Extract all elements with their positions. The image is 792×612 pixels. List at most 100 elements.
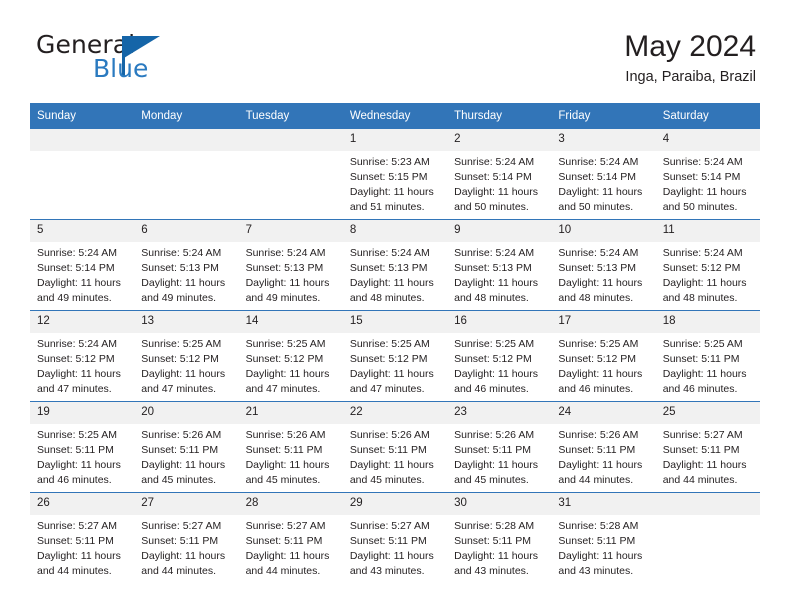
calendar-day-cell[interactable]: 16 Sunrise: 5:25 AM Sunset: 5:12 PM Dayligh…	[447, 310, 552, 402]
day-number: 16	[447, 311, 552, 333]
daylight-duration-line1: Daylight: 11 hours	[349, 276, 434, 289]
daylight-duration-line1: Daylight: 11 hours	[141, 276, 226, 289]
day-details: Sunrise: 5:23 AM Sunset: 5:15 PM Daylight:…	[343, 151, 447, 215]
calendar-day-cell[interactable]: 22 Sunrise: 5:26 AM Sunset: 5:11 PM Dayligh…	[342, 401, 448, 493]
sunrise-time: Sunrise: 5:27 AM	[37, 519, 117, 532]
daylight-duration-line2: and 49 minutes.	[37, 291, 112, 304]
day-number: 20	[134, 402, 239, 424]
sunrise-time: Sunrise: 5:26 AM	[454, 428, 535, 441]
calendar-week-row: 5 Sunrise: 5:24 AM Sunset: 5:14 PM Daylight…	[30, 219, 760, 311]
calendar-header: Sunday Monday Tuesday Wednesday Thursday…	[30, 103, 760, 130]
calendar-day-cell[interactable]: 30 Sunrise: 5:28 AM Sunset: 5:11 PM Dayligh…	[447, 492, 552, 584]
day-number	[655, 493, 760, 515]
sunrise-time: Sunrise: 5:25 AM	[558, 337, 639, 350]
general-blue-logo[interactable]: General Blue	[36, 32, 266, 90]
sunset-time: Sunset: 5:12 PM	[141, 352, 219, 365]
calendar-day-cell[interactable]: 2 Sunrise: 5:24 AM Sunset: 5:14 PM Daylight…	[447, 129, 552, 220]
sunset-time: Sunset: 5:11 PM	[662, 352, 740, 365]
sunset-time: Sunset: 5:12 PM	[349, 352, 428, 365]
daylight-duration-line1: Daylight: 11 hours	[37, 549, 121, 562]
calendar-empty-cell	[655, 492, 760, 584]
day-number: 27	[134, 493, 239, 515]
calendar-day-cell[interactable]: 9 Sunrise: 5:24 AM Sunset: 5:13 PM Daylight…	[447, 219, 552, 311]
sunset-time: Sunset: 5:11 PM	[245, 534, 323, 547]
day-number: 23	[447, 402, 552, 424]
sunrise-time: Sunrise: 5:24 AM	[245, 246, 326, 259]
calendar-day-cell[interactable]: 15 Sunrise: 5:25 AM Sunset: 5:12 PM Dayligh…	[342, 310, 448, 402]
day-details: Sunrise: 5:28 AM Sunset: 5:11 PM Daylight:…	[551, 515, 655, 579]
sunset-time: Sunset: 5:12 PM	[454, 352, 532, 365]
daylight-duration-line1: Daylight: 11 hours	[349, 458, 434, 471]
daylight-duration-line1: Daylight: 11 hours	[558, 367, 643, 380]
sunset-time: Sunset: 5:11 PM	[454, 443, 531, 456]
day-number	[238, 129, 343, 151]
daylight-duration-line1: Daylight: 11 hours	[662, 276, 747, 289]
daylight-duration-line2: and 43 minutes.	[349, 564, 425, 577]
calendar-day-cell[interactable]: 25 Sunrise: 5:27 AM Sunset: 5:11 PM Dayligh…	[655, 401, 760, 493]
day-number: 1	[342, 129, 448, 151]
calendar-day-cell[interactable]: 27 Sunrise: 5:27 AM Sunset: 5:11 PM Dayligh…	[134, 492, 239, 584]
sunset-time: Sunset: 5:11 PM	[37, 443, 114, 456]
day-details: Sunrise: 5:25 AM Sunset: 5:12 PM Daylight:…	[447, 333, 551, 397]
title-block: May 2024 Inga, Paraiba, Brazil	[624, 30, 756, 86]
calendar-day-cell[interactable]: 17 Sunrise: 5:25 AM Sunset: 5:12 PM Dayligh…	[551, 310, 656, 402]
calendar-day-cell[interactable]: 10 Sunrise: 5:24 AM Sunset: 5:13 PM Dayligh…	[551, 219, 656, 311]
day-number: 21	[238, 402, 343, 424]
calendar-day-cell[interactable]: 23 Sunrise: 5:26 AM Sunset: 5:11 PM Dayligh…	[447, 401, 552, 493]
sunrise-time: Sunrise: 5:27 AM	[662, 428, 743, 441]
calendar-day-cell[interactable]: 6 Sunrise: 5:24 AM Sunset: 5:13 PM Daylight…	[134, 219, 239, 311]
daylight-duration-line1: Daylight: 11 hours	[245, 549, 330, 562]
calendar-day-cell[interactable]: 1 Sunrise: 5:23 AM Sunset: 5:15 PM Daylight…	[342, 129, 448, 220]
day-details: Sunrise: 5:24 AM Sunset: 5:13 PM Daylight:…	[447, 242, 551, 306]
sunset-time: Sunset: 5:12 PM	[37, 352, 115, 365]
daylight-duration-line2: and 48 minutes.	[454, 291, 529, 304]
day-details: Sunrise: 5:25 AM Sunset: 5:12 PM Daylight:…	[551, 333, 655, 397]
calendar-day-cell[interactable]: 18 Sunrise: 5:25 AM Sunset: 5:11 PM Dayligh…	[655, 310, 760, 402]
sunrise-time: Sunrise: 5:24 AM	[37, 337, 117, 350]
calendar-day-cell[interactable]: 19 Sunrise: 5:25 AM Sunset: 5:11 PM Dayligh…	[30, 401, 135, 493]
day-details: Sunrise: 5:26 AM Sunset: 5:11 PM Daylight:…	[239, 424, 343, 488]
sunrise-time: Sunrise: 5:25 AM	[454, 337, 535, 350]
daylight-duration-line1: Daylight: 11 hours	[558, 185, 643, 198]
calendar-day-cell[interactable]: 14 Sunrise: 5:25 AM Sunset: 5:12 PM Dayligh…	[238, 310, 343, 402]
day-number: 30	[447, 493, 552, 515]
calendar-day-cell[interactable]: 5 Sunrise: 5:24 AM Sunset: 5:14 PM Daylight…	[30, 219, 135, 311]
calendar-day-cell[interactable]: 31 Sunrise: 5:28 AM Sunset: 5:11 PM Dayligh…	[551, 492, 656, 584]
calendar-day-cell[interactable]: 7 Sunrise: 5:24 AM Sunset: 5:13 PM Daylight…	[238, 219, 343, 311]
calendar-day-cell[interactable]: 20 Sunrise: 5:26 AM Sunset: 5:11 PM Dayligh…	[134, 401, 239, 493]
calendar-day-cell[interactable]: 12 Sunrise: 5:24 AM Sunset: 5:12 PM Dayligh…	[30, 310, 135, 402]
calendar-day-cell[interactable]: 8 Sunrise: 5:24 AM Sunset: 5:13 PM Daylight…	[342, 219, 448, 311]
calendar-day-cell[interactable]: 24 Sunrise: 5:26 AM Sunset: 5:11 PM Dayligh…	[551, 401, 656, 493]
sunrise-time: Sunrise: 5:24 AM	[662, 155, 743, 168]
calendar-day-cell[interactable]: 28 Sunrise: 5:27 AM Sunset: 5:11 PM Dayligh…	[238, 492, 343, 584]
sunrise-time: Sunrise: 5:26 AM	[141, 428, 222, 441]
daylight-duration-line2: and 50 minutes.	[558, 200, 634, 213]
calendar-day-cell[interactable]: 13 Sunrise: 5:25 AM Sunset: 5:12 PM Dayligh…	[134, 310, 239, 402]
calendar-day-cell[interactable]: 26 Sunrise: 5:27 AM Sunset: 5:11 PM Dayligh…	[30, 492, 135, 584]
day-number	[134, 129, 239, 151]
daylight-duration-line1: Daylight: 11 hours	[662, 185, 747, 198]
day-number: 5	[30, 220, 135, 242]
day-number: 24	[551, 402, 656, 424]
daylight-duration-line1: Daylight: 11 hours	[454, 458, 538, 471]
sunrise-time: Sunrise: 5:24 AM	[454, 246, 535, 259]
sunrise-time: Sunrise: 5:24 AM	[558, 246, 639, 259]
sunrise-time: Sunrise: 5:24 AM	[454, 155, 535, 168]
day-details: Sunrise: 5:24 AM Sunset: 5:14 PM Daylight:…	[30, 242, 134, 306]
calendar-day-cell[interactable]: 21 Sunrise: 5:26 AM Sunset: 5:11 PM Dayligh…	[238, 401, 343, 493]
sunrise-time: Sunrise: 5:28 AM	[454, 519, 535, 532]
daylight-duration-line2: and 44 minutes.	[245, 564, 321, 577]
day-number: 9	[447, 220, 552, 242]
daylight-duration-line1: Daylight: 11 hours	[349, 549, 434, 562]
calendar-day-cell[interactable]: 11 Sunrise: 5:24 AM Sunset: 5:12 PM Dayligh…	[655, 219, 760, 311]
daylight-duration-line1: Daylight: 11 hours	[141, 549, 226, 562]
calendar-day-cell[interactable]: 29 Sunrise: 5:27 AM Sunset: 5:11 PM Dayligh…	[342, 492, 448, 584]
sunrise-time: Sunrise: 5:24 AM	[558, 155, 639, 168]
sunset-time: Sunset: 5:11 PM	[349, 534, 427, 547]
day-number: 25	[655, 402, 760, 424]
day-number: 4	[655, 129, 760, 151]
day-number: 2	[447, 129, 552, 151]
calendar-day-cell[interactable]: 3 Sunrise: 5:24 AM Sunset: 5:14 PM Daylight…	[551, 129, 656, 220]
calendar-day-cell[interactable]: 4 Sunrise: 5:24 AM Sunset: 5:14 PM Daylight…	[655, 129, 760, 220]
daylight-duration-line2: and 49 minutes.	[245, 291, 321, 304]
